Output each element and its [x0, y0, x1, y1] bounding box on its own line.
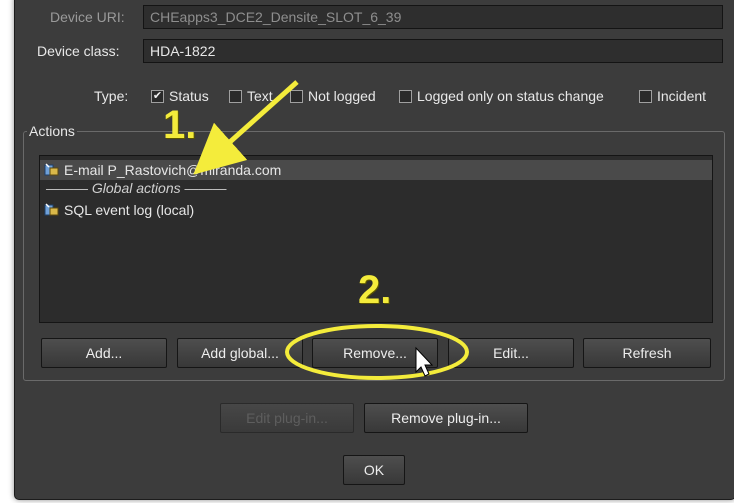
annotation-overlay [193, 80, 469, 380]
annotation-step-2: 2. [358, 268, 392, 312]
annotation-step-1: 1. [163, 103, 197, 147]
annotation-arrow [193, 80, 299, 175]
annotation-ellipse [285, 324, 469, 380]
